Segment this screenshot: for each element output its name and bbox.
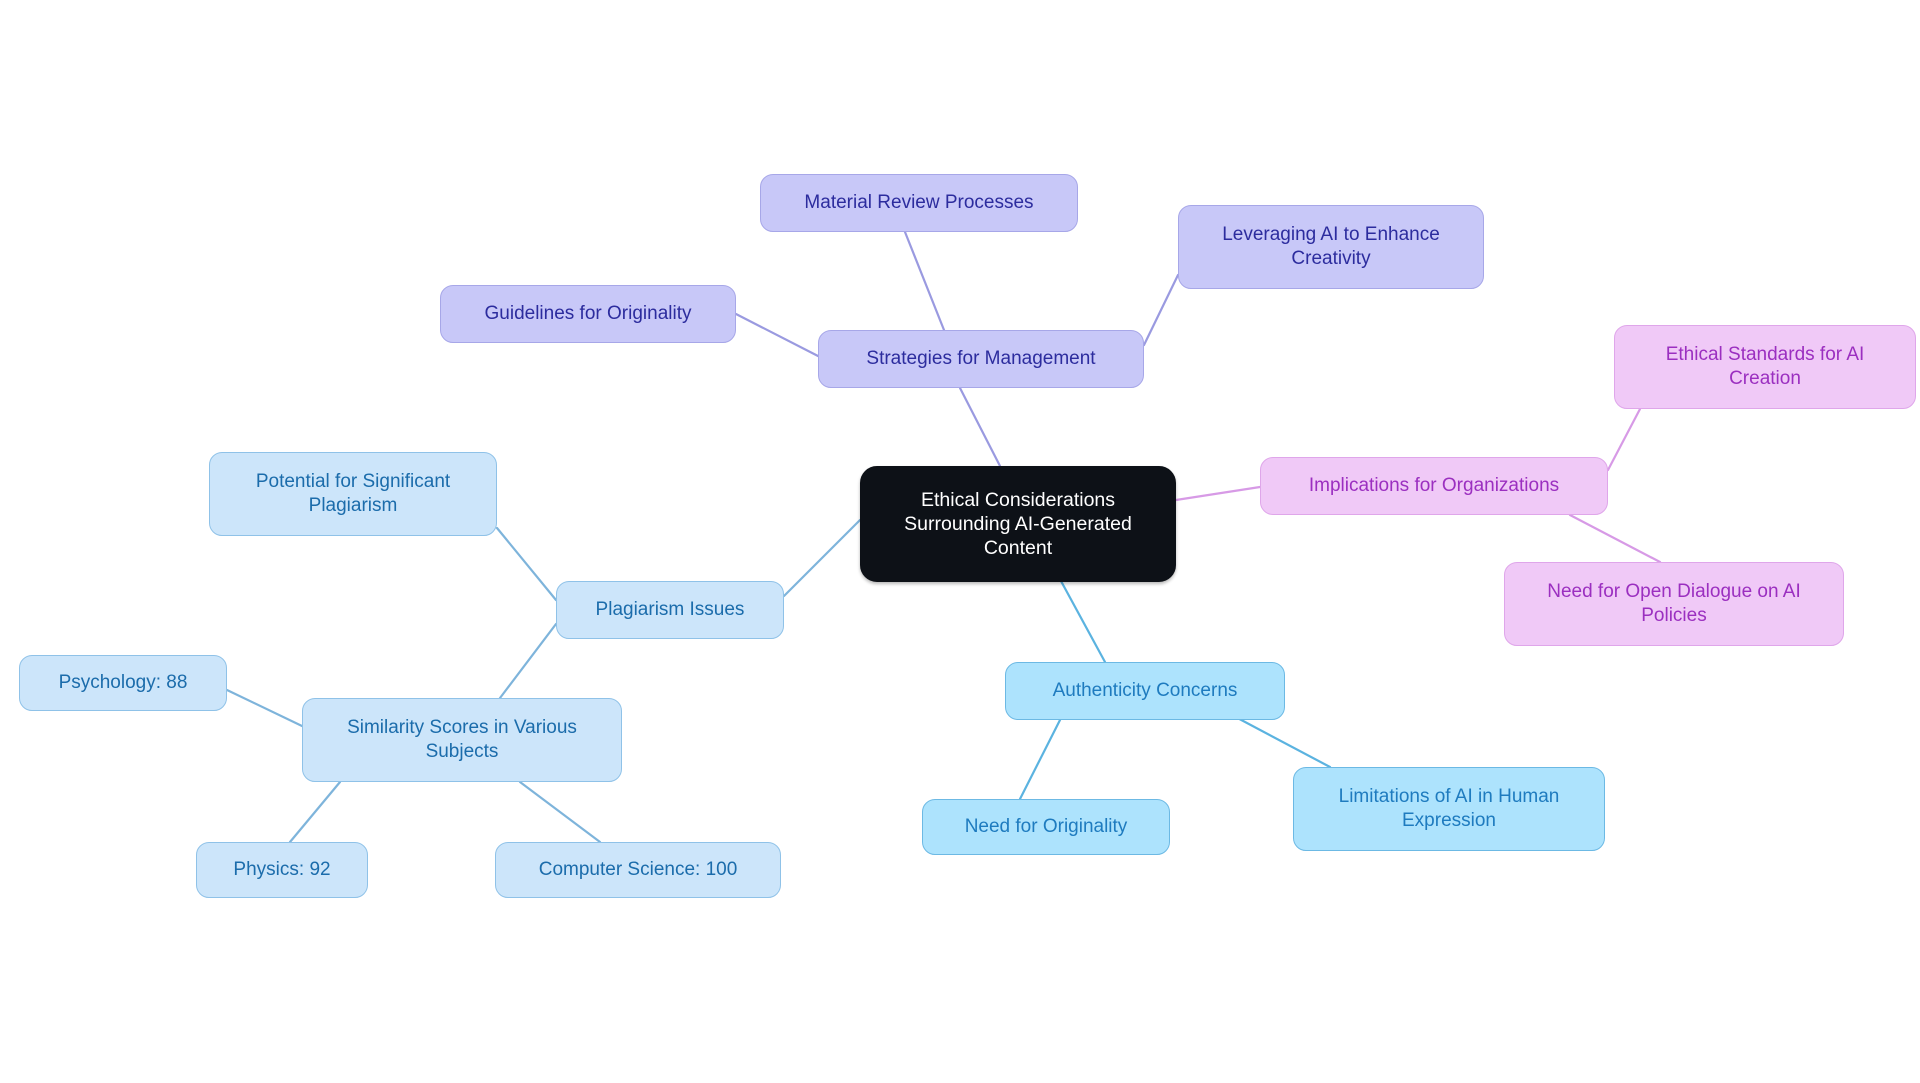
node-label: Guidelines for Originality	[484, 303, 692, 325]
edge-strategies-guidelines	[734, 312, 820, 358]
node-label: Leveraging AI to Enhance Creativity	[1222, 224, 1440, 269]
edge-implications-dialogue	[1568, 513, 1662, 564]
node-label: Need for Originality	[964, 816, 1128, 838]
edge-authenticity-need	[1018, 718, 1062, 801]
node-label: Physics: 92	[233, 859, 331, 881]
edge-plagiarism-similarity	[498, 622, 558, 700]
node-strategies-for-management[interactable]: Strategies for Management	[818, 330, 1144, 388]
node-label: Need for Open Dialogue on AI Policies	[1547, 581, 1801, 626]
node-label: Plagiarism Issues	[595, 599, 745, 621]
node-root[interactable]: Ethical Considerations Surrounding AI-Ge…	[860, 466, 1176, 582]
node-label: Similarity Scores in Various Subjects	[347, 717, 577, 762]
edge-authenticity-limitations	[1228, 712, 1332, 769]
node-plagiarism-issues[interactable]: Plagiarism Issues	[556, 581, 784, 639]
node-potential-for-significant-plagiarism[interactable]: Potential for Significant Plagiarism	[209, 452, 497, 536]
node-label: Implications for Organizations	[1308, 475, 1560, 497]
edge-implications-ethical	[1606, 407, 1642, 472]
edge-similarity-cs	[518, 780, 602, 844]
edge-root-strategies	[958, 386, 1002, 468]
node-root-label: Ethical Considerations Surrounding AI-Ge…	[904, 488, 1132, 560]
node-leveraging-ai-to-enhance-creativity[interactable]: Leveraging AI to Enhance Creativity	[1178, 205, 1484, 289]
mindmap-canvas: Ethical Considerations Surrounding AI-Ge…	[0, 0, 1920, 1083]
node-label: Potential for Significant Plagiarism	[255, 471, 451, 516]
node-label: Limitations of AI in Human Expression	[1338, 786, 1560, 831]
edge-similarity-physics	[288, 780, 342, 844]
node-label: Authenticity Concerns	[1052, 680, 1238, 702]
edge-strategies-material	[903, 230, 946, 332]
edge-root-plagiarism	[782, 518, 862, 598]
node-label: Ethical Standards for AI Creation	[1665, 344, 1865, 389]
node-guidelines-for-originality[interactable]: Guidelines for Originality	[440, 285, 736, 343]
node-label: Psychology: 88	[58, 672, 188, 694]
node-physics-score[interactable]: Physics: 92	[196, 842, 368, 898]
node-label: Strategies for Management	[866, 348, 1096, 370]
node-psychology-score[interactable]: Psychology: 88	[19, 655, 227, 711]
node-label: Computer Science: 100	[538, 859, 738, 881]
node-similarity-scores-in-various-subjects[interactable]: Similarity Scores in Various Subjects	[302, 698, 622, 782]
node-limitations-of-ai-in-human-expression[interactable]: Limitations of AI in Human Expression	[1293, 767, 1605, 851]
node-authenticity-concerns[interactable]: Authenticity Concerns	[1005, 662, 1285, 720]
node-material-review-processes[interactable]: Material Review Processes	[760, 174, 1078, 232]
node-implications-for-organizations[interactable]: Implications for Organizations	[1260, 457, 1608, 515]
node-computer-science-score[interactable]: Computer Science: 100	[495, 842, 781, 898]
edge-strategies-leveraging	[1142, 273, 1180, 347]
node-need-for-open-dialogue-on-ai-policies[interactable]: Need for Open Dialogue on AI Policies	[1504, 562, 1844, 646]
node-label: Material Review Processes	[804, 192, 1034, 214]
edge-root-implications	[1174, 485, 1262, 502]
node-need-for-originality[interactable]: Need for Originality	[922, 799, 1170, 855]
edge-plagiarism-potential	[495, 526, 558, 602]
edge-similarity-psychology	[225, 688, 304, 728]
node-ethical-standards-for-ai-creation[interactable]: Ethical Standards for AI Creation	[1614, 325, 1916, 409]
